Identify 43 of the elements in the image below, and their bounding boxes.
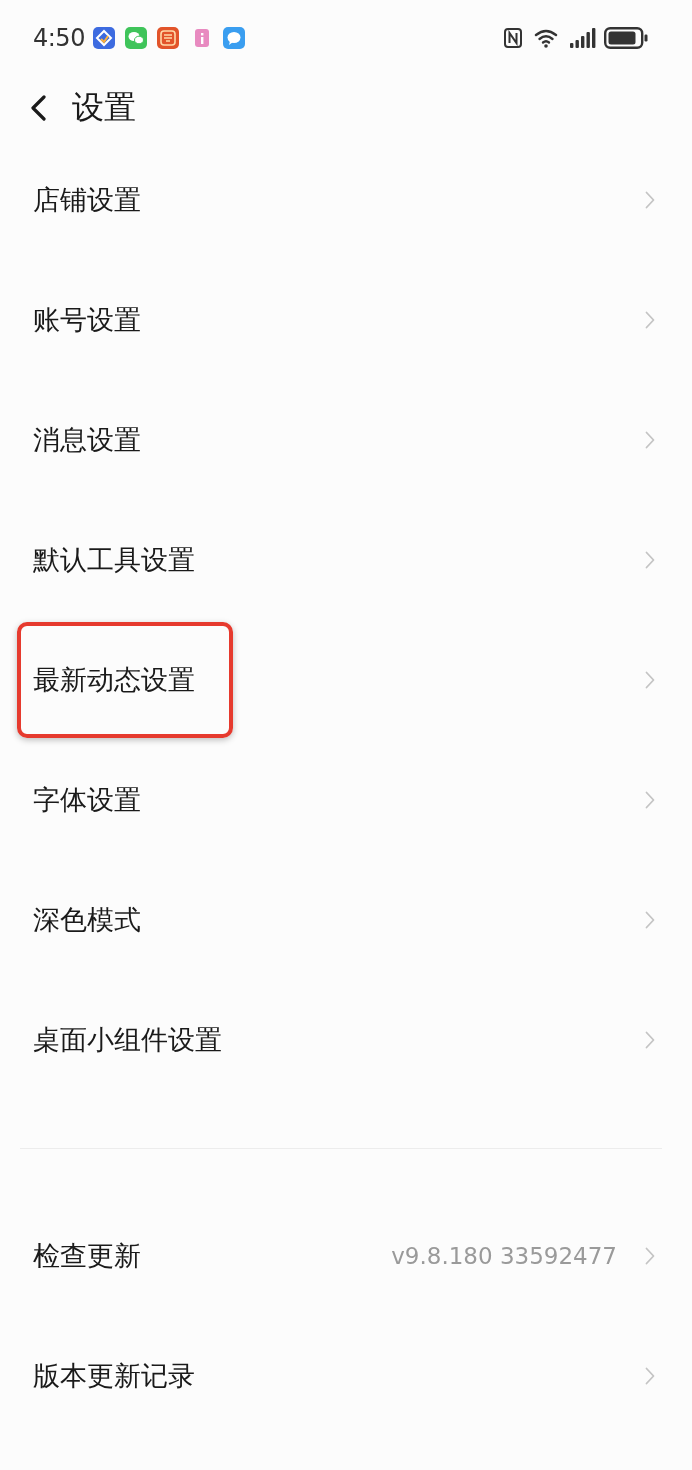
settings-row[interactable]: 默认工具设置 (0, 500, 692, 620)
settings-row[interactable]: 版本更新记录 (0, 1316, 692, 1436)
signal-icon (570, 28, 596, 48)
info-app-icon (194, 29, 209, 47)
settings-row[interactable]: 店铺设置 (0, 140, 692, 260)
row-label: 账号设置 (33, 304, 141, 335)
wifi-icon (534, 28, 558, 48)
chevron-right-icon (645, 551, 655, 569)
chevron-right-icon (645, 671, 655, 689)
chevron-right-icon (645, 911, 655, 929)
chevron-right-icon (645, 1367, 655, 1385)
nfc-icon (504, 28, 522, 48)
version-value: v9.8.180 33592477 (391, 1243, 617, 1269)
chevron-right-icon (645, 311, 655, 329)
settings-row[interactable]: 字体设置 (0, 740, 692, 860)
speech-bubble-icon (222, 27, 245, 49)
row-label: 版本更新记录 (33, 1360, 195, 1391)
settings-row[interactable]: 桌面小组件设置 (0, 980, 692, 1100)
settings-row[interactable]: 深色模式 (0, 860, 692, 980)
row-label: 消息设置 (33, 424, 141, 455)
chevron-right-icon (645, 191, 655, 209)
chevron-right-icon (645, 1031, 655, 1049)
row-label: 检查更新 (33, 1240, 141, 1271)
settings-row[interactable]: 最新动态设置 (0, 620, 692, 740)
back-icon[interactable] (30, 95, 46, 121)
row-label: 店铺设置 (33, 184, 141, 215)
row-label: 最新动态设置 (33, 664, 195, 695)
row-label: 深色模式 (33, 904, 141, 935)
settings-row[interactable]: 账号设置 (0, 260, 692, 380)
chevron-right-icon (645, 791, 655, 809)
row-label: 默认工具设置 (33, 544, 195, 575)
chat-bubbles-icon (124, 27, 147, 49)
chevron-right-icon (645, 431, 655, 449)
battery-icon (604, 27, 648, 49)
app-tile-icon (156, 27, 179, 49)
status-time: 4:50 (33, 24, 85, 52)
settings-row[interactable]: 消息设置 (0, 380, 692, 500)
page-title: 设置 (72, 87, 136, 128)
row-label: 桌面小组件设置 (33, 1024, 222, 1055)
chevron-right-icon (645, 1247, 655, 1265)
diamond-app-icon (92, 27, 115, 49)
row-label: 字体设置 (33, 784, 141, 815)
settings-row[interactable]: 检查更新 v9.8.180 33592477 (0, 1196, 692, 1316)
